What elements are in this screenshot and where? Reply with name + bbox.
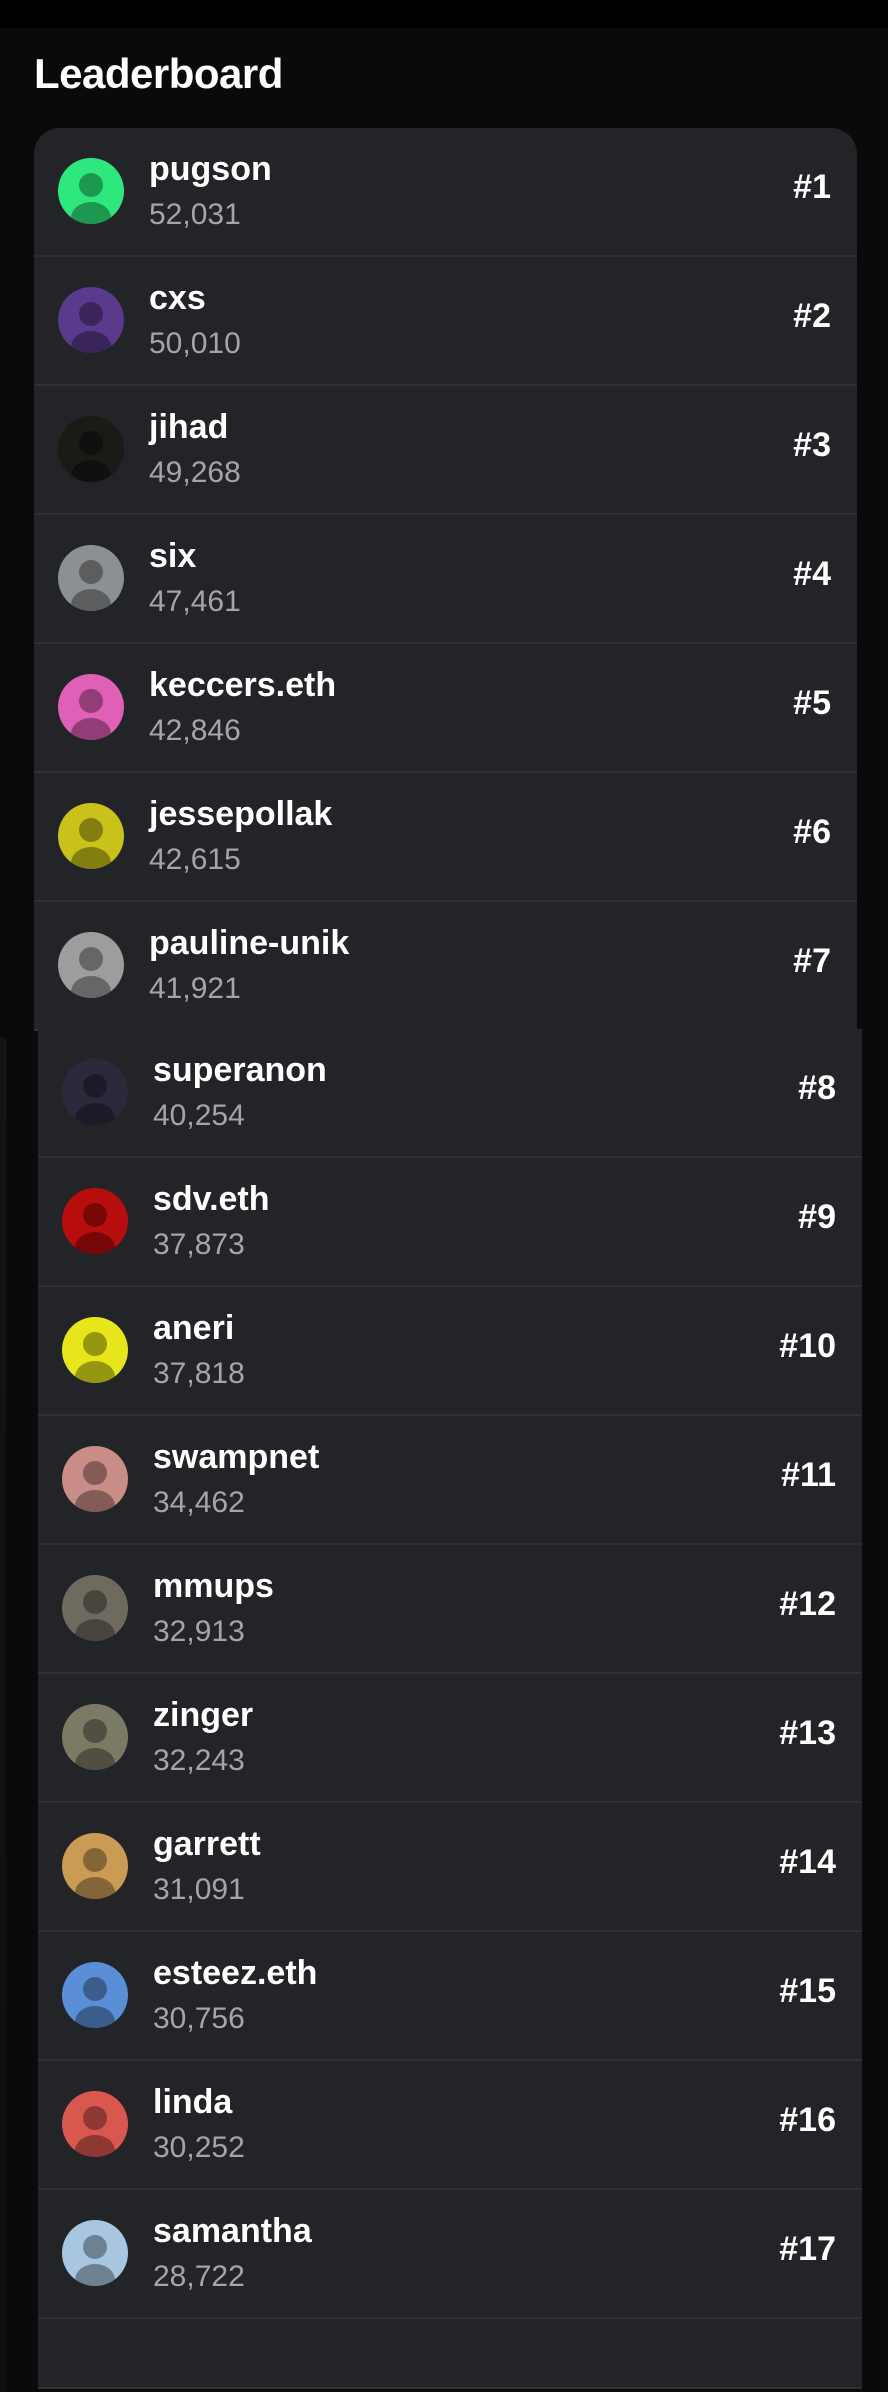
user-score: 41,921 (149, 972, 241, 1005)
rank-badge: #9 (798, 1198, 836, 1236)
avatar-jihad (58, 416, 124, 482)
avatar-sdv (62, 1188, 128, 1254)
avatar-samantha (62, 2220, 128, 2286)
user-name: keccers.eth (149, 666, 337, 704)
list-item[interactable]: swampnet 34,462 #11 (38, 1416, 862, 1545)
list-item[interactable]: samantha 28,722 #17 (38, 2190, 862, 2319)
user-name: garrett (153, 1825, 261, 1863)
user-score: 34,462 (153, 1486, 245, 1519)
user-name: six (149, 537, 197, 575)
user-name: jessepollak (149, 795, 333, 833)
status-bar (0, 0, 888, 28)
user-name: sdv.eth (153, 1180, 270, 1218)
rank-badge: #16 (779, 2101, 836, 2139)
rank-badge: #6 (793, 813, 831, 851)
user-name: pugson (149, 150, 272, 188)
avatar-esteez (62, 1962, 128, 2028)
user-name: swampnet (153, 1438, 320, 1476)
user-name: linda (153, 2083, 233, 2121)
avatar-pauline-unik (58, 932, 124, 998)
avatar-zinger (62, 1704, 128, 1770)
list-item[interactable]: mmups 32,913 #12 (38, 1545, 862, 1674)
user-score: 32,243 (153, 1744, 245, 1777)
avatar-cxs (58, 287, 124, 353)
list-item[interactable]: keccers.eth 42,846 #5 (34, 644, 857, 773)
list-item-partial[interactable] (38, 2319, 862, 2389)
user-name: cxs (149, 279, 206, 317)
user-score: 31,091 (153, 1873, 245, 1906)
user-name: pauline-unik (149, 924, 350, 962)
avatar-aneri (62, 1317, 128, 1383)
list-item[interactable]: sdv.eth 37,873 #9 (38, 1158, 862, 1287)
list-item[interactable]: esteez.eth 30,756 #15 (38, 1932, 862, 2061)
rank-badge: #1 (793, 168, 831, 206)
avatar-superanon (62, 1059, 128, 1125)
user-score: 32,913 (153, 1615, 245, 1648)
rank-badge: #7 (793, 942, 831, 980)
rank-badge: #10 (779, 1327, 836, 1365)
avatar-six (58, 545, 124, 611)
list-item[interactable]: jihad 49,268 #3 (34, 386, 857, 515)
page-title: Leaderboard (34, 50, 283, 97)
rank-badge: #8 (798, 1069, 836, 1107)
rank-badge: #12 (779, 1585, 836, 1623)
user-name: zinger (153, 1696, 254, 1734)
list-item[interactable]: garrett 31,091 #14 (38, 1803, 862, 1932)
list-item[interactable]: six 47,461 #4 (34, 515, 857, 644)
user-score: 52,031 (149, 198, 241, 231)
avatar-pugson (58, 158, 124, 224)
background-panel-edge (0, 1038, 6, 2392)
rank-badge: #3 (793, 426, 831, 464)
avatar-garrett (62, 1833, 128, 1899)
user-name: superanon (153, 1051, 327, 1089)
page: Leaderboard pugson 52,031 #1 cxs 50,010 #2 jih… (0, 28, 888, 2392)
user-score: 50,010 (149, 327, 241, 360)
user-name: samantha (153, 2212, 312, 2250)
avatar-mmups (62, 1575, 128, 1641)
avatar-keccers (58, 674, 124, 740)
user-score: 30,756 (153, 2002, 245, 2035)
list-item[interactable]: zinger 32,243 #13 (38, 1674, 862, 1803)
user-name: jihad (149, 408, 229, 446)
list-item[interactable]: aneri 37,818 #10 (38, 1287, 862, 1416)
avatar-swampnet (62, 1446, 128, 1512)
rank-badge: #2 (793, 297, 831, 335)
list-item[interactable]: superanon 40,254 #8 (38, 1029, 862, 1158)
rank-badge: #5 (793, 684, 831, 722)
user-score: 30,252 (153, 2131, 245, 2164)
user-score: 49,268 (149, 456, 241, 489)
rank-badge: #17 (779, 2230, 836, 2268)
rank-badge: #15 (779, 1972, 836, 2010)
user-name: aneri (153, 1309, 235, 1347)
user-score: 37,873 (153, 1228, 245, 1261)
list-item[interactable]: pugson 52,031 #1 (34, 128, 857, 257)
list-item[interactable]: jessepollak 42,615 #6 (34, 773, 857, 902)
user-score: 40,254 (153, 1099, 245, 1132)
avatar-jessepollak (58, 803, 124, 869)
user-score: 42,846 (149, 714, 241, 747)
user-name: esteez.eth (153, 1954, 318, 1992)
rank-badge: #14 (779, 1843, 836, 1881)
user-score: 37,818 (153, 1357, 245, 1390)
rank-badge: #13 (779, 1714, 836, 1752)
list-item[interactable]: pauline-unik 41,921 #7 (34, 902, 857, 1031)
user-score: 28,722 (153, 2260, 245, 2293)
user-name: mmups (153, 1567, 274, 1605)
list-item[interactable]: cxs 50,010 #2 (34, 257, 857, 386)
user-score: 42,615 (149, 843, 241, 876)
avatar-linda (62, 2091, 128, 2157)
list-item[interactable]: linda 30,252 #16 (38, 2061, 862, 2190)
rank-badge: #4 (793, 555, 831, 593)
user-score: 47,461 (149, 585, 241, 618)
rank-badge: #11 (781, 1456, 836, 1494)
